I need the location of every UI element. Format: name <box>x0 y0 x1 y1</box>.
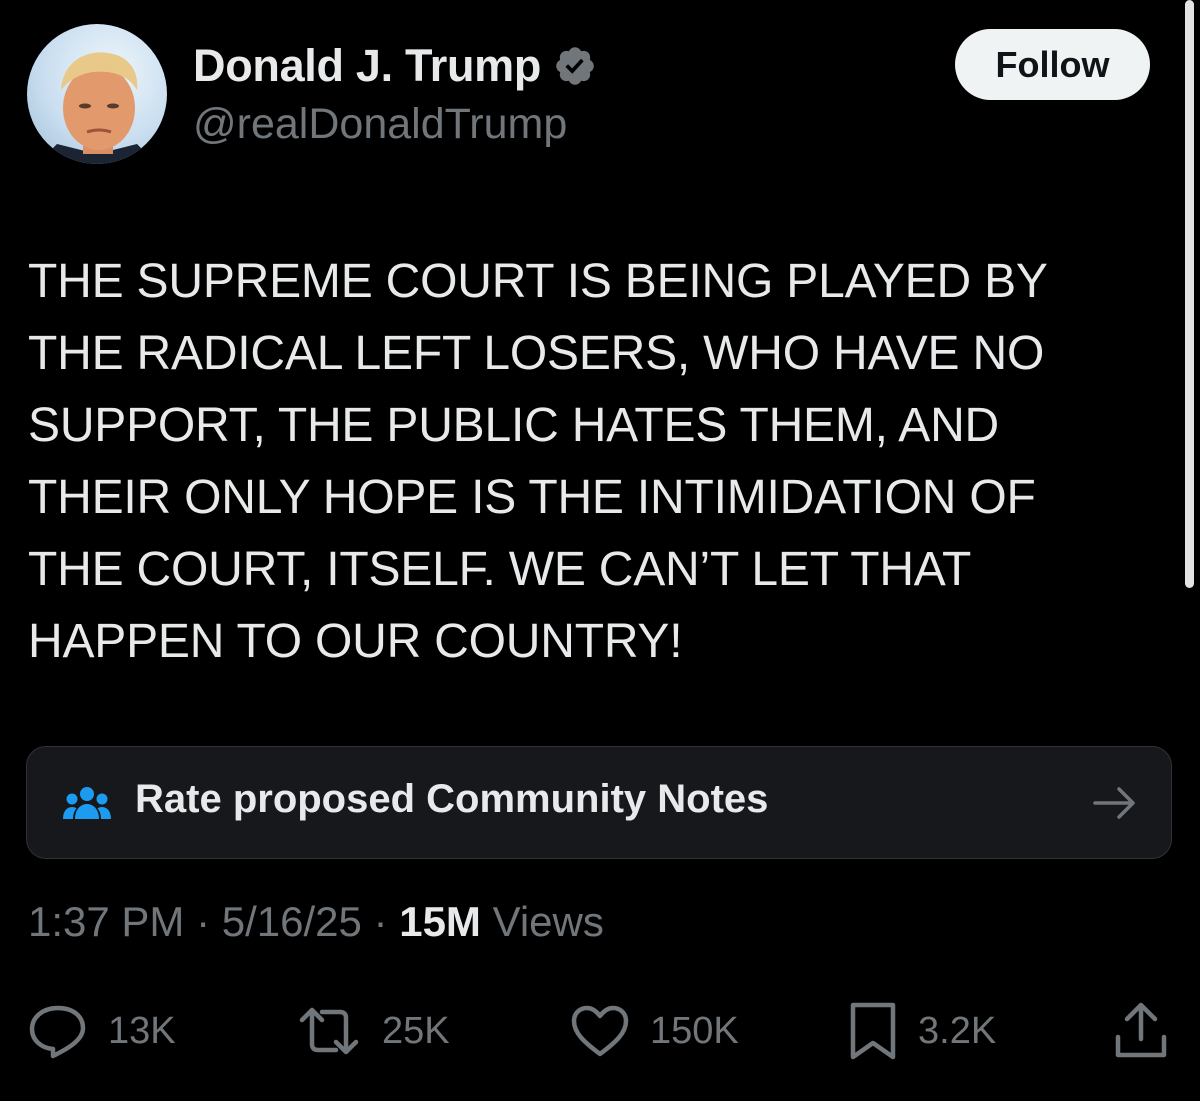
arrow-right-icon <box>1093 787 1135 819</box>
reply-count: 13K <box>108 1009 176 1052</box>
like-button[interactable]: 150K <box>570 996 739 1066</box>
bookmark-count: 3.2K <box>918 1009 997 1052</box>
tweet-date[interactable]: 5/16/25 <box>222 898 362 945</box>
share-icon <box>1115 1002 1167 1058</box>
views-count[interactable]: 15M <box>399 898 481 945</box>
tweet-text: THE SUPREME COURT IS BEING PLAYED BY THE… <box>28 255 1048 668</box>
display-name[interactable]: Donald J. Trump <box>193 40 541 92</box>
like-count: 150K <box>650 1009 739 1052</box>
bookmark-button[interactable]: 3.2K <box>848 996 996 1066</box>
follow-button[interactable]: Follow <box>955 29 1150 100</box>
repost-button[interactable]: 25K <box>296 996 450 1066</box>
author-handle[interactable]: @realDonaldTrump <box>193 100 567 149</box>
people-icon <box>63 787 111 819</box>
action-bar: 13K 25K 150K 3.2K <box>0 996 1200 1066</box>
reply-button[interactable]: 13K <box>28 996 176 1066</box>
views-label[interactable]: Views <box>481 898 604 945</box>
avatar[interactable] <box>27 24 167 164</box>
meta-separator: · <box>361 898 400 945</box>
repost-icon <box>299 1007 359 1055</box>
heart-icon <box>571 1005 629 1057</box>
avatar-portrait-icon <box>37 52 157 164</box>
meta-separator: · <box>184 898 222 945</box>
tweet-time[interactable]: 1:37 PM <box>28 898 184 945</box>
community-notes-label: Rate proposed Community Notes <box>135 777 769 821</box>
verified-badge-icon <box>556 47 594 85</box>
community-notes-card[interactable]: Rate proposed Community Notes <box>26 746 1172 859</box>
share-button[interactable] <box>1112 996 1170 1066</box>
scrollbar[interactable] <box>1185 0 1194 588</box>
reply-icon <box>29 1005 86 1059</box>
tweet-meta: 1:37 PM · 5/16/25 · 15M Views <box>28 898 604 946</box>
repost-count: 25K <box>382 1009 450 1052</box>
author-name-row: Donald J. Trump <box>193 38 597 94</box>
bookmark-icon <box>850 1002 896 1060</box>
